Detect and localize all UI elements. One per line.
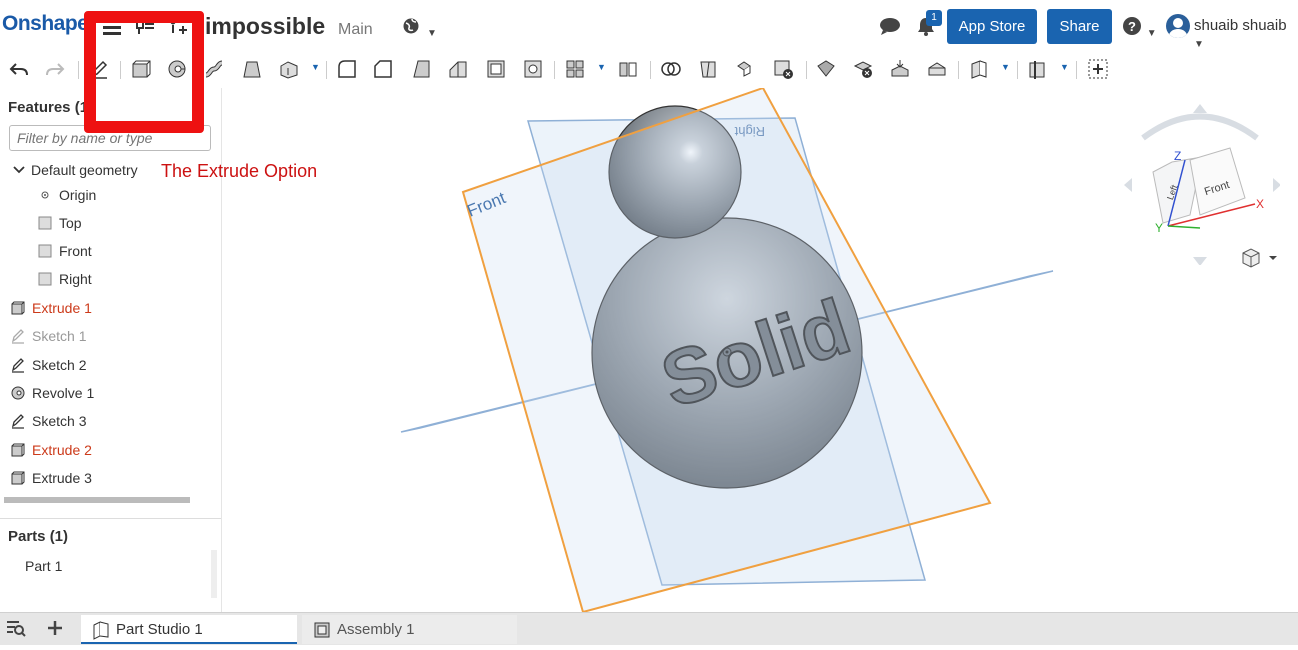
chevron-down-icon[interactable]: ▼ <box>1001 62 1010 72</box>
split-icon[interactable] <box>697 58 721 80</box>
avatar[interactable] <box>1166 14 1190 38</box>
rotate-down-icon[interactable] <box>1193 257 1207 265</box>
delete-face-icon[interactable] <box>852 58 876 80</box>
draft-icon[interactable] <box>410 58 434 80</box>
undo-icon[interactable] <box>8 58 32 80</box>
mirror-icon[interactable] <box>617 58 641 80</box>
rotate-left-icon[interactable] <box>1124 178 1132 192</box>
onshape-logo[interactable]: Onshape <box>2 12 89 36</box>
modify-fillet-icon[interactable] <box>815 58 839 80</box>
plane-icon <box>37 215 53 231</box>
loft-icon[interactable] <box>241 58 265 80</box>
delete-part-icon[interactable] <box>772 58 796 80</box>
tab-assembly-1[interactable]: Assembly 1 <box>302 615 517 644</box>
tab-part-studio-1[interactable]: Part Studio 1 <box>81 615 297 644</box>
sweep-icon[interactable] <box>203 58 227 80</box>
revolve-icon <box>10 385 26 401</box>
notification-badge: 1 <box>926 10 942 26</box>
rib-icon[interactable] <box>447 58 471 80</box>
section-view-icon[interactable] <box>1027 58 1051 80</box>
annotation-highlight-box <box>84 11 204 133</box>
pattern-icon[interactable] <box>564 58 588 80</box>
replace-face-icon[interactable] <box>926 58 950 80</box>
view-options-icon[interactable] <box>1240 247 1280 274</box>
axis-x-label: X <box>1256 197 1264 211</box>
document-title[interactable]: impossible <box>205 13 325 40</box>
transform-icon[interactable] <box>734 58 758 80</box>
share-button[interactable]: Share <box>1047 9 1112 44</box>
chat-icon[interactable] <box>878 16 902 36</box>
annotation-text: The Extrude Option <box>161 161 318 181</box>
tab-label: Assembly 1 <box>337 621 415 638</box>
chevron-down-icon[interactable]: ▼ <box>311 62 320 72</box>
boolean-icon[interactable] <box>660 58 684 80</box>
axis-z-label: Z <box>1174 149 1181 163</box>
redo-icon[interactable] <box>44 58 68 80</box>
graphics-viewport[interactable]: Right Solid Front Front Left X Y Z <box>222 88 1298 612</box>
fillet-icon[interactable] <box>336 58 360 80</box>
chevron-down-icon[interactable]: ▼ <box>1060 62 1069 72</box>
horizontal-scrollbar[interactable] <box>4 497 190 503</box>
rotate-up-icon[interactable] <box>1193 104 1207 113</box>
part-studio-icon <box>91 620 111 650</box>
tab-label: Part Studio 1 <box>116 621 203 638</box>
vertical-scrollbar[interactable] <box>211 550 217 598</box>
branch-name[interactable]: Main <box>338 21 373 39</box>
svg-text:?: ? <box>1128 19 1136 34</box>
move-face-icon[interactable] <box>889 58 913 80</box>
panel-divider <box>0 518 221 519</box>
plane-icon[interactable] <box>968 58 992 80</box>
extrude-icon <box>10 470 26 486</box>
thicken-icon[interactable] <box>278 58 302 80</box>
add-custom-feature-icon[interactable] <box>1087 58 1111 80</box>
chamfer-icon[interactable] <box>372 58 396 80</box>
part-list-item[interactable]: Part 1 <box>25 558 62 574</box>
chevron-down-icon: ▼ <box>427 28 437 39</box>
parts-heading: Parts (1) <box>8 528 69 545</box>
origin-icon <box>37 187 53 203</box>
sketch-icon <box>10 413 26 429</box>
user-name: shuaib shuaib <box>1194 17 1287 34</box>
add-tab-icon[interactable] <box>46 619 64 642</box>
extrude-icon <box>10 442 26 458</box>
app-store-button[interactable]: App Store <box>947 9 1037 44</box>
tab-manager-icon[interactable] <box>6 620 26 643</box>
rotate-right-icon[interactable] <box>1273 178 1280 192</box>
shell-icon[interactable] <box>485 58 509 80</box>
help-icon[interactable]: ? ▼ <box>1122 16 1157 41</box>
axis-y-label: Y <box>1155 221 1163 235</box>
extrude-icon <box>10 300 26 316</box>
view-cube[interactable]: Front Left X Y Z <box>1110 100 1280 265</box>
bottom-tab-bar: Part Studio 1 Assembly 1 <box>0 612 1298 645</box>
plane-icon <box>37 243 53 259</box>
assembly-icon <box>312 620 332 650</box>
user-menu[interactable]: shuaib shuaib ▼ <box>1194 17 1298 51</box>
hole-icon[interactable] <box>522 58 546 80</box>
features-heading: Features (1) <box>8 99 94 116</box>
chevron-down-icon[interactable]: ▼ <box>597 62 606 72</box>
sketch-icon <box>10 328 26 344</box>
plane-icon <box>37 271 53 287</box>
chevron-down-icon[interactable] <box>12 162 28 178</box>
sketch-icon <box>10 357 26 373</box>
globe-icon[interactable]: ▼ <box>402 16 437 41</box>
